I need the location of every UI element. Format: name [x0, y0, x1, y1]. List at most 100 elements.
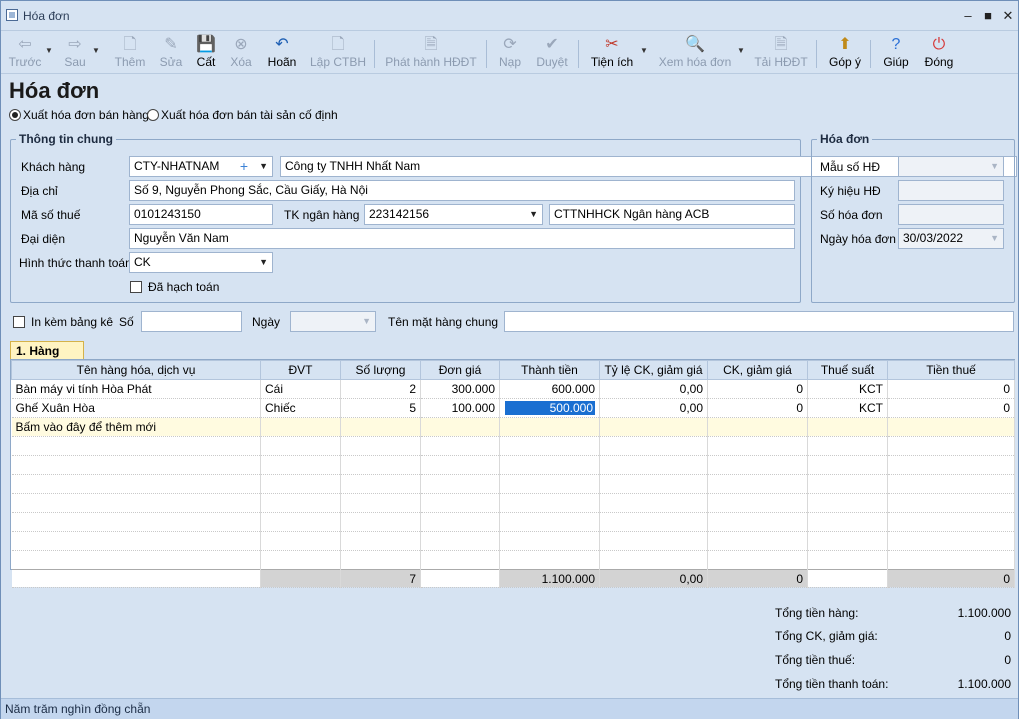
cell-price[interactable]: 300.000 [420, 379, 500, 399]
minimize-icon[interactable]: – [959, 7, 977, 25]
empty-cell [340, 455, 421, 475]
bank-name-field[interactable]: CTTNHHCK Ngân hàng ACB [549, 204, 795, 225]
cell-name[interactable]: Bàn máy vi tính Hòa Phát [11, 379, 261, 399]
chevron-down-icon[interactable]: ▼ [990, 157, 999, 176]
cell-price[interactable]: 100.000 [420, 398, 500, 418]
view-invoice-button[interactable]: 🔍 Xem hóa đơn [656, 35, 734, 73]
next-button[interactable]: ⇨ Sau [57, 35, 93, 73]
empty-cell [499, 474, 600, 494]
chevron-down-icon[interactable]: ▼ [529, 205, 538, 224]
table-row[interactable]: Bàn máy vi tính Hòa Phát Cái 2 300.000 6… [11, 379, 1015, 399]
radio-on-icon [9, 109, 21, 121]
col-header-unit[interactable]: ĐVT [260, 360, 341, 380]
payment-method-combo[interactable]: CK ▼ [129, 252, 273, 273]
cell-unit[interactable]: Cái [260, 379, 341, 399]
cell-unit[interactable]: Chiếc [260, 398, 341, 418]
utilities-button[interactable]: ✂ Tiện ích [587, 35, 637, 73]
selected-cell-value[interactable]: 500.000 [505, 401, 595, 415]
footer-amount-total: 1.100.000 [499, 569, 600, 588]
template-combo[interactable]: ▼ [898, 156, 1004, 177]
col-header-amount[interactable]: Thành tiền [499, 360, 600, 380]
cell-amount-selected[interactable]: 500.000 [499, 398, 600, 418]
cell-qty[interactable]: 2 [340, 379, 421, 399]
save-button[interactable]: 💾 Cất [191, 35, 221, 73]
cell-tax[interactable]: 0 [887, 379, 1015, 399]
close-window-icon[interactable]: ✕ [999, 7, 1017, 25]
chevron-down-icon[interactable]: ▼ [259, 157, 268, 176]
empty-cell [420, 512, 500, 532]
symbol-field[interactable] [898, 180, 1004, 201]
chevron-down-icon[interactable]: ▼ [990, 229, 999, 248]
add-button[interactable]: 🗋 Thêm [111, 35, 149, 73]
view-invoice-dropdown-icon[interactable]: ▼ [737, 46, 745, 55]
download-einvoice-button[interactable]: 🗎 Tải HĐĐT [753, 35, 809, 73]
maximize-icon[interactable]: ■ [979, 7, 997, 25]
invoice-number-field[interactable] [898, 204, 1004, 225]
approve-button[interactable]: ✔ Duyệt [533, 35, 571, 73]
representative-field[interactable]: Nguyễn Văn Nam [129, 228, 795, 249]
edit-button[interactable]: ✎ Sửa [153, 35, 189, 73]
empty-cell [340, 550, 421, 570]
footer-cell [260, 569, 341, 588]
print-attachment-checkbox[interactable] [13, 316, 25, 328]
load-button[interactable]: ⟳ Nạp [495, 35, 525, 73]
empty-cell [707, 474, 808, 494]
address-field[interactable]: Số 9, Nguyễn Phong Sắc, Cầu Giấy, Hà Nội [129, 180, 795, 201]
col-header-qty[interactable]: Số lượng [340, 360, 421, 380]
help-button[interactable]: ? Giúp [878, 35, 914, 73]
help-icon: ? [891, 36, 901, 53]
feedback-button[interactable]: ⬆ Góp ý [825, 35, 865, 73]
toolbar: ⇦ Trước ▼ ⇨ Sau ▼ 🗋 Thêm ✎ Sửa 💾 Cất ⊗ Xóa ↶ Ho… [1, 32, 1018, 74]
close-button[interactable]: ⏻ Đóng [920, 35, 958, 73]
edit-document-icon: ✎ [164, 36, 178, 53]
feedback-icon: ⬆ [838, 36, 852, 53]
attachment-date-picker[interactable]: ▼ [290, 311, 376, 332]
cell-name[interactable]: Ghế Xuân Hòa [11, 398, 261, 418]
attachment-number-field[interactable] [141, 311, 242, 332]
col-header-discount-rate[interactable]: Tỷ lệ CK, giảm giá [599, 360, 708, 380]
radio-asset-invoice[interactable]: Xuất hóa đơn bán tài sản cố định [147, 108, 338, 122]
create-ctbh-button[interactable]: 🗋 Lập CTBH [307, 35, 369, 73]
table-row[interactable]: Ghế Xuân Hòa Chiếc 5 100.000 500.000 0,0… [11, 398, 1015, 418]
radio-sales-invoice[interactable]: Xuất hóa đơn bán hàng [9, 108, 149, 122]
cell-discount[interactable]: 0 [707, 398, 808, 418]
undo-button[interactable]: ↶ Hoãn [263, 35, 301, 73]
posted-checkbox[interactable] [130, 281, 142, 293]
total-payment-value: 1.100.000 [957, 677, 1011, 691]
invoice-date-picker[interactable]: 30/03/2022 ▼ [898, 228, 1004, 249]
tax-code-field[interactable]: 0101243150 [129, 204, 273, 225]
cell-tax-rate[interactable]: KCT [807, 398, 888, 418]
utilities-dropdown-icon[interactable]: ▼ [640, 46, 648, 55]
prev-dropdown-icon[interactable]: ▼ [45, 46, 53, 55]
tools-icon: ✂ [605, 36, 619, 53]
customer-code-combo[interactable]: CTY-NHATNAM + ▼ [129, 156, 273, 177]
empty-cell [499, 455, 600, 475]
add-new-prompt[interactable]: Bấm vào đây để thêm mới [11, 417, 261, 437]
cell-qty[interactable]: 5 [340, 398, 421, 418]
add-new-row[interactable]: Bấm vào đây để thêm mới [11, 417, 1015, 437]
col-header-name[interactable]: Tên hàng hóa, dịch vụ [11, 360, 261, 380]
items-grid: Tên hàng hóa, dịch vụ ĐVT Số lượng Đơn g… [10, 359, 1015, 588]
next-dropdown-icon[interactable]: ▼ [92, 46, 100, 55]
col-header-price[interactable]: Đơn giá [420, 360, 500, 380]
col-header-tax-rate[interactable]: Thuế suất [807, 360, 888, 380]
delete-button[interactable]: ⊗ Xóa [225, 35, 257, 73]
prev-button[interactable]: ⇦ Trước [7, 35, 43, 73]
cell-discount[interactable]: 0 [707, 379, 808, 399]
empty-cell [499, 531, 600, 551]
add-icon[interactable]: + [240, 157, 248, 176]
issue-einvoice-button[interactable]: 🗎 Phát hành HĐĐT [383, 35, 479, 73]
bank-account-combo[interactable]: 223142156 ▼ [364, 204, 543, 225]
cell-tax[interactable]: 0 [887, 398, 1015, 418]
empty-row [11, 493, 1015, 513]
chevron-down-icon[interactable]: ▼ [362, 312, 371, 331]
cell-discount-rate[interactable]: 0,00 [599, 398, 708, 418]
tab-goods-money[interactable]: 1. Hàng tiền [10, 341, 84, 376]
cell-discount-rate[interactable]: 0,00 [599, 379, 708, 399]
cell-tax-rate[interactable]: KCT [807, 379, 888, 399]
common-name-field[interactable] [504, 311, 1014, 332]
col-header-tax[interactable]: Tiền thuế [887, 360, 1015, 380]
col-header-discount[interactable]: CK, giảm giá [707, 360, 808, 380]
cell-amount[interactable]: 600.000 [499, 379, 600, 399]
chevron-down-icon[interactable]: ▼ [259, 253, 268, 272]
